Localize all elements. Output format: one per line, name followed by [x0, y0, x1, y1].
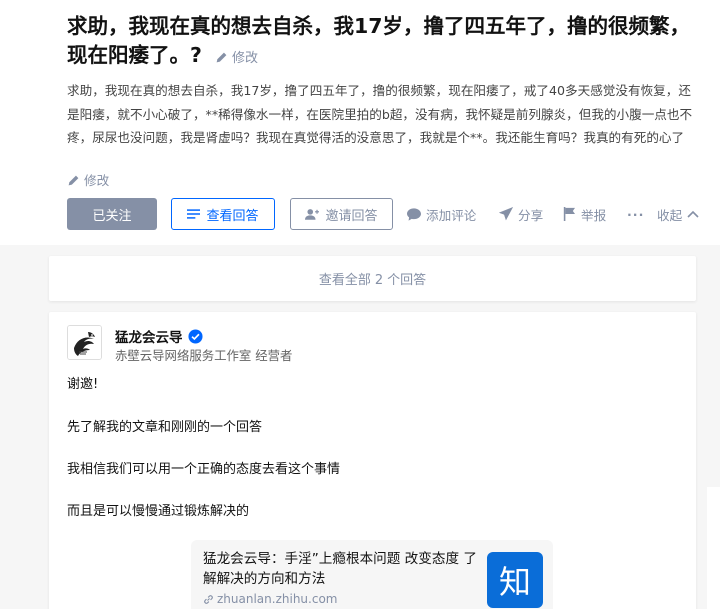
collapse-label: 收起 [657, 207, 683, 223]
chevron-up-icon [687, 210, 699, 218]
comment-icon [407, 207, 421, 221]
share-button[interactable]: 分享 [499, 198, 543, 230]
link-card-title: 猛龙会云导：手淫”上瘾根本问题 改变态度 了解解决的方向和方法 [203, 551, 477, 587]
share-label: 分享 [518, 207, 544, 223]
answer-paragraph: 我相信我们可以用一个正确的态度去看这个事情 [67, 462, 341, 477]
view-all-suffix: 个回答 [387, 273, 427, 288]
follow-button[interactable]: 已关注 [67, 198, 157, 230]
comment-button[interactable]: 添加评论 [407, 198, 476, 230]
flag-icon [563, 207, 576, 221]
link-card-url: zhuanlan.zhihu.com [203, 592, 337, 606]
pencil-icon [216, 52, 227, 63]
add-user-icon [305, 208, 320, 220]
pencil-icon [68, 175, 79, 186]
link-card-url-text: zhuanlan.zhihu.com [217, 592, 338, 606]
verified-badge-icon [187, 328, 203, 344]
question-header: 求助，我现在真的想去自杀，我17岁，撸了四五年了，撸的很频繁，现在阳痿了。? 修… [0, 0, 720, 245]
zhihu-logo-icon: 知 [487, 552, 543, 608]
paper-plane-icon [499, 207, 513, 221]
answer-paragraph: 先了解我的文章和刚刚的一个回答 [67, 420, 263, 435]
detail-edit-label: 修改 [84, 173, 110, 188]
dragon-logo-icon [68, 326, 101, 359]
question-title: 求助，我现在真的想去自杀，我17岁，撸了四五年了，撸的很频繁，现在阳痿了。? 修… [67, 12, 707, 73]
answer-paragraph: 而且是可以慢慢通过锻炼解决的 [67, 504, 250, 519]
list-icon [187, 209, 201, 219]
view-all-answers-card[interactable]: 查看全部 2 个回答 [49, 256, 696, 301]
invite-label: 邀请回答 [325, 208, 378, 224]
link-card[interactable]: 猛龙会云导：手淫”上瘾根本问题 改变态度 了解解决的方向和方法 zhuanlan… [191, 540, 553, 609]
view-all-prefix: 查看全部 [318, 273, 371, 288]
detail-edit-button[interactable]: 修改 [67, 170, 109, 189]
follow-label: 已关注 [92, 208, 132, 224]
view-all-answers-link[interactable]: 查看全部 2 个回答 [49, 269, 696, 288]
collapse-button[interactable]: 收起 [657, 198, 699, 230]
author-name[interactable]: 猛龙会云导 [115, 326, 203, 346]
question-detail: 求助，我现在真的想去自杀，我17岁，撸了四五年了，撸的很频繁，现在阳痿了，戒了4… [67, 83, 693, 145]
invite-answer-button[interactable]: 邀请回答 [290, 198, 393, 230]
view-answer-button[interactable]: 查看回答 [171, 198, 275, 230]
author-name-text: 猛龙会云导 [115, 330, 183, 346]
avatar[interactable] [67, 325, 102, 360]
link-icon [204, 594, 213, 604]
answer-paragraph: 谢邀! [67, 377, 99, 392]
comment-label: 添加评论 [426, 207, 477, 223]
view-answer-label: 查看回答 [206, 208, 259, 224]
question-actions: 已关注 查看回答 邀请回答 添加评论 分享 举报 ··· 收起 [67, 198, 717, 230]
report-label: 举报 [581, 207, 607, 223]
more-icon: ··· [627, 206, 645, 222]
author-byline: 赤壁云导网络服务工作室 经营者 [115, 348, 293, 363]
more-button[interactable]: ··· [627, 198, 644, 230]
report-button[interactable]: 举报 [563, 198, 606, 230]
answer-count: 2 [374, 273, 384, 288]
sidebar-edge [707, 487, 720, 609]
answer-card: 猛龙会云导 赤壁云导网络服务工作室 经营者 谢邀! 先了解我的文章和刚刚的一个回… [49, 312, 696, 609]
title-edit-label: 修改 [232, 51, 259, 66]
question-title-text: 求助，我现在真的想去自杀，我17岁，撸了四五年了，撸的很频繁，现在阳痿了。? [67, 14, 691, 67]
title-edit-button[interactable]: 修改 [215, 51, 258, 66]
